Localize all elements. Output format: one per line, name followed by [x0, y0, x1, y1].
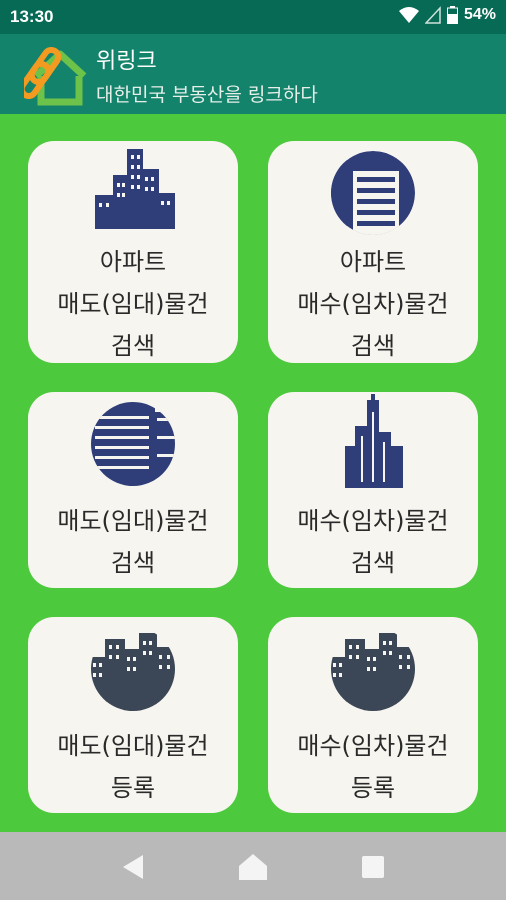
back-button[interactable]	[116, 850, 150, 884]
status-icons: 54%	[398, 6, 496, 24]
apartment-towers-icon	[95, 149, 175, 229]
recents-icon	[362, 856, 384, 878]
card-label: 아파트 매도(임대)물건 검색	[57, 248, 209, 360]
app-logo-icon	[24, 46, 87, 106]
status-time: 13:30	[10, 7, 54, 26]
battery-icon	[446, 6, 458, 24]
skyscraper-icon	[345, 394, 403, 488]
signal-icon	[424, 6, 441, 24]
battery-percent: 54%	[463, 6, 496, 23]
navigation-bar	[0, 832, 506, 900]
apartment-building-icon	[331, 151, 415, 235]
card-label: 매수(임차)물건 등록	[297, 732, 449, 802]
status-bar: 13:30 54%	[0, 0, 506, 34]
buy-lease-register-card[interactable]: 매수(임차)물건 등록	[268, 617, 478, 813]
back-icon	[123, 855, 143, 879]
buy-lease-search-card[interactable]: 매수(임차)물건 검색	[268, 392, 478, 588]
home-button[interactable]	[236, 850, 270, 884]
office-building-icon	[91, 402, 175, 486]
sell-lease-search-card[interactable]: 매도(임대)물건 검색	[28, 392, 238, 588]
menu-grid: 아파트 매도(임대)물건 검색 아파트 매수(임차)물건 검색 매도(임대)물건…	[0, 114, 506, 832]
apartment-sell-search-card[interactable]: 아파트 매도(임대)물건 검색	[28, 141, 238, 363]
recents-button[interactable]	[356, 850, 390, 884]
app-bar: 위링크 대한민국 부동산을 링크하다	[0, 34, 506, 114]
card-label: 아파트 매수(임차)물건 검색	[297, 248, 449, 360]
apartment-buy-search-card[interactable]: 아파트 매수(임차)물건 검색	[268, 141, 478, 363]
card-label: 매수(임차)물건 검색	[297, 507, 449, 577]
app-subtitle: 대한민국 부동산을 링크하다	[96, 84, 318, 106]
sell-lease-register-card[interactable]: 매도(임대)물건 등록	[28, 617, 238, 813]
card-label: 매도(임대)물건 검색	[57, 507, 209, 577]
city-buildings-icon	[91, 627, 175, 711]
home-icon	[239, 854, 267, 880]
city-buildings-icon	[331, 627, 415, 711]
app-title: 위링크	[96, 49, 157, 74]
card-label: 매도(임대)물건 등록	[57, 732, 209, 802]
wifi-icon	[398, 7, 419, 23]
